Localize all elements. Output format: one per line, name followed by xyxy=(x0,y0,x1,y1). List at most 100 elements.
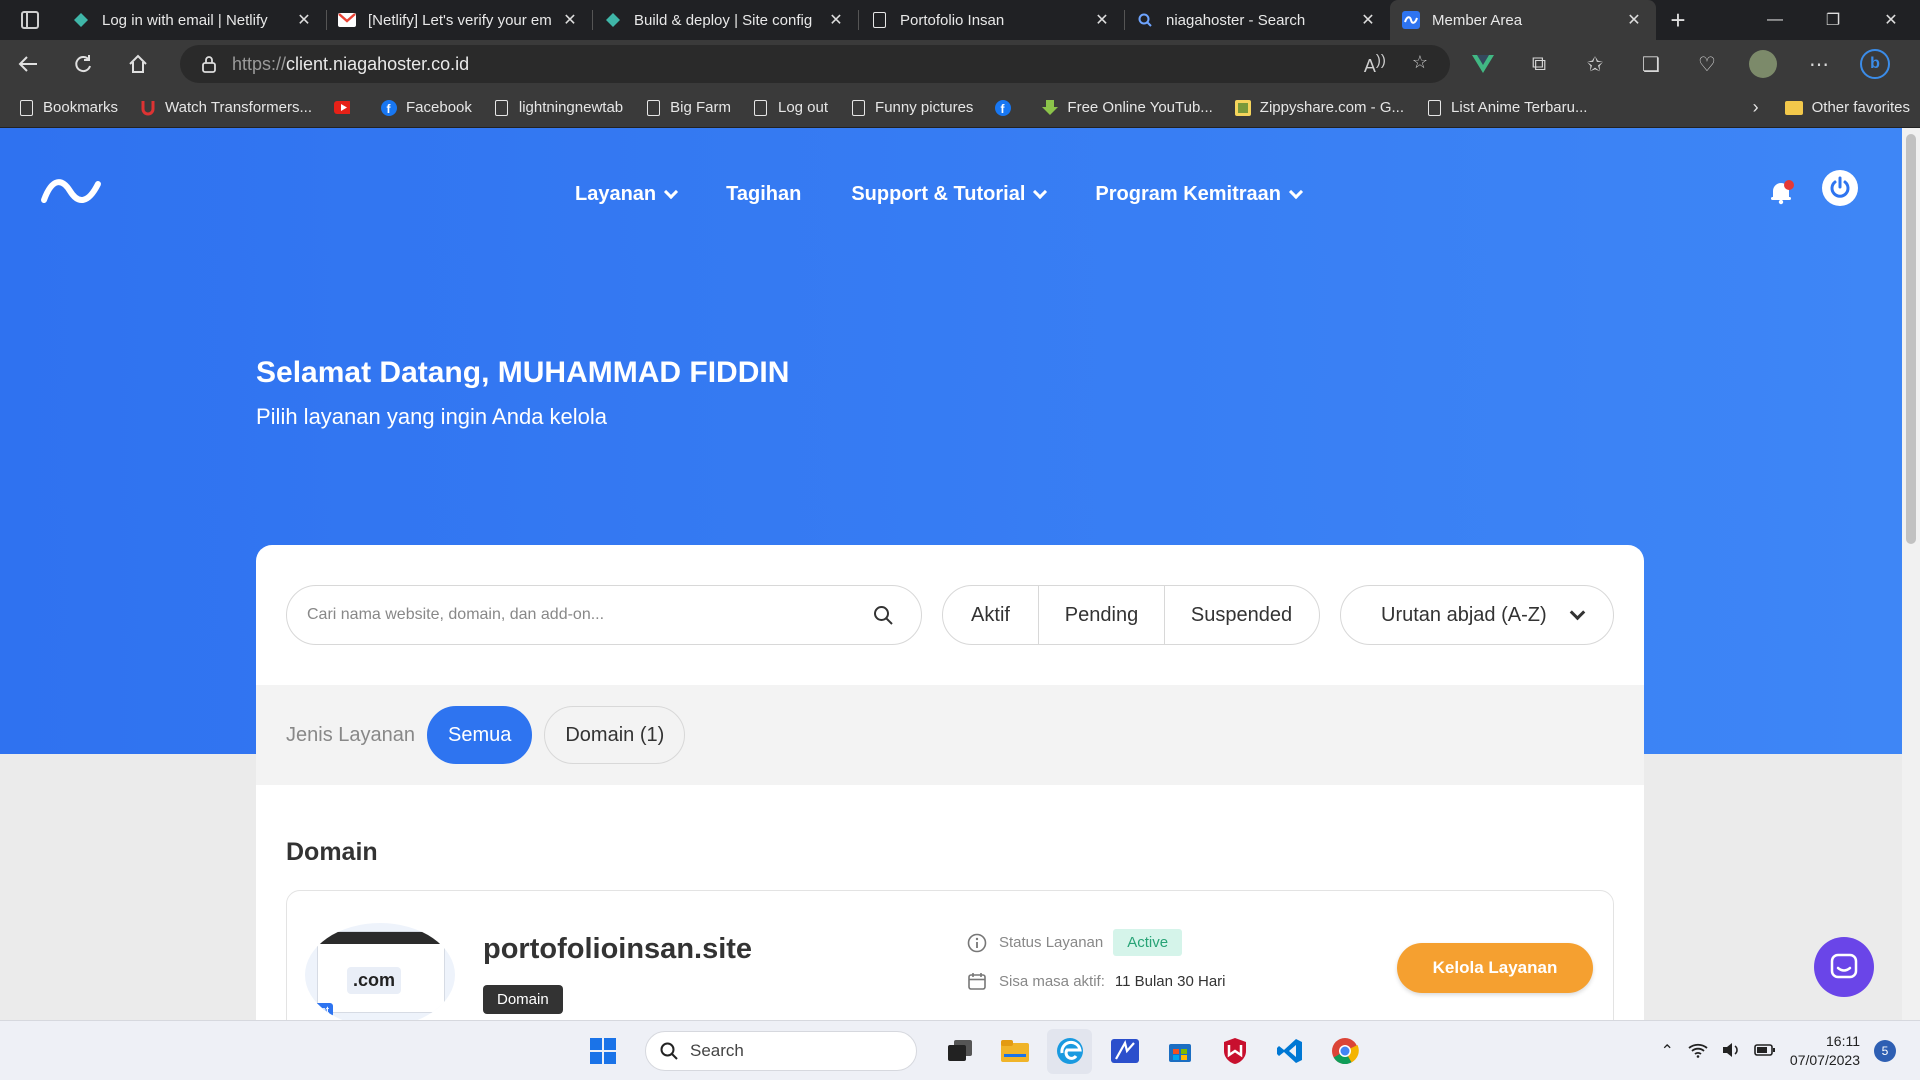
restore-icon[interactable]: ❐ xyxy=(1804,0,1862,40)
window-close-icon[interactable]: ✕ xyxy=(1862,0,1920,40)
battery-icon[interactable] xyxy=(1754,1043,1776,1059)
chevron-down-icon xyxy=(1033,184,1048,199)
read-aloud-icon[interactable]: A)) xyxy=(1364,52,1386,77)
search-icon[interactable] xyxy=(873,605,893,625)
browser-tab-portfolio[interactable]: Portofolio Insan ✕ xyxy=(858,0,1124,40)
lock-icon[interactable] xyxy=(202,55,216,73)
notification-count-badge[interactable]: 5 xyxy=(1874,1040,1896,1062)
service-type-filter: Jenis Layanan Semua Domain (1) xyxy=(256,685,1644,785)
refresh-icon xyxy=(74,55,91,73)
tab-title: niagahoster - Search xyxy=(1166,11,1306,29)
nav-support-tutorial[interactable]: Support & Tutorial xyxy=(851,183,1048,206)
filter-aktif[interactable]: Aktif xyxy=(943,586,1039,644)
bookmark-item[interactable]: Free Online YouTub... xyxy=(1042,99,1213,116)
power-logout-icon[interactable] xyxy=(1822,170,1858,206)
volume-icon[interactable] xyxy=(1722,1042,1740,1061)
page-icon xyxy=(645,99,661,116)
close-icon[interactable]: ✕ xyxy=(560,10,580,30)
sort-label: Urutan abjad (A-Z) xyxy=(1381,603,1547,626)
bookmark-item[interactable]: f xyxy=(995,99,1020,116)
profile-avatar[interactable] xyxy=(1735,50,1791,78)
extensions-icon[interactable]: ⧉ xyxy=(1511,53,1567,76)
microsoft-store-icon[interactable] xyxy=(1157,1029,1202,1074)
powerautomate-icon[interactable] xyxy=(1102,1029,1147,1074)
close-icon[interactable]: ✕ xyxy=(1624,10,1644,30)
nav-program-kemitraan[interactable]: Program Kemitraan xyxy=(1095,183,1304,206)
sort-dropdown[interactable]: Urutan abjad (A-Z) xyxy=(1340,585,1614,645)
favorites-icon[interactable]: ✩ xyxy=(1567,52,1623,77)
bing-copilot-icon[interactable]: b xyxy=(1847,49,1903,79)
taskbar-search[interactable]: Search xyxy=(645,1031,917,1071)
remaining-label: Sisa masa aktif: xyxy=(999,972,1105,990)
netlify-icon xyxy=(72,11,90,29)
page-viewport: Layanan Tagihan Support & Tutorial Progr… xyxy=(0,128,1902,1020)
nav-tagihan[interactable]: Tagihan xyxy=(726,183,801,206)
bookmarks-bar: Bookmarks Watch Transformers... f Faceboo… xyxy=(0,88,1920,128)
mcafee-icon[interactable] xyxy=(1212,1029,1257,1074)
live-chat-button[interactable] xyxy=(1814,937,1874,997)
niagahoster-icon xyxy=(1402,11,1420,29)
address-bar[interactable]: https://client.niagahoster.co.id A)) ☆ xyxy=(180,45,1450,83)
bookmark-item[interactable]: f Facebook xyxy=(381,99,472,116)
filter-suspended[interactable]: Suspended xyxy=(1165,586,1318,644)
close-icon[interactable]: ✕ xyxy=(1092,10,1112,30)
show-hidden-icons-icon[interactable]: ⌃ xyxy=(1661,1041,1674,1061)
chrome-icon[interactable] xyxy=(1322,1029,1367,1074)
windows-start-icon[interactable] xyxy=(580,1029,625,1074)
chevron-down-icon xyxy=(664,184,679,199)
facebook-icon: f xyxy=(381,99,398,116)
minimize-icon[interactable]: — xyxy=(1746,0,1804,40)
close-icon[interactable]: ✕ xyxy=(294,10,314,30)
vue-devtools-icon[interactable] xyxy=(1455,55,1511,73)
chevron-down-icon xyxy=(1288,184,1304,199)
bookmark-item[interactable] xyxy=(334,100,359,116)
bookmark-item[interactable]: lightningnewtab xyxy=(494,99,623,116)
filter-pending[interactable]: Pending xyxy=(1039,586,1165,644)
browser-tab-netlify-build[interactable]: Build & deploy | Site config ✕ xyxy=(592,0,858,40)
close-icon[interactable]: ✕ xyxy=(826,10,846,30)
back-button[interactable] xyxy=(0,40,55,88)
bookmark-item[interactable]: Bookmarks xyxy=(18,99,118,116)
browser-tab-member-area[interactable]: Member Area ✕ xyxy=(1390,0,1656,40)
task-view-icon[interactable] xyxy=(937,1029,982,1074)
page-scrollbar[interactable] xyxy=(1902,128,1920,1020)
nav-layanan[interactable]: Layanan xyxy=(575,183,679,206)
browser-tab-netlify-login[interactable]: Log in with email | Netlify ✕ xyxy=(60,0,326,40)
pill-domain[interactable]: Domain (1) xyxy=(544,706,686,764)
niagahoster-logo[interactable] xyxy=(40,174,110,213)
other-favorites[interactable]: Other favorites xyxy=(1812,99,1910,116)
wifi-icon[interactable] xyxy=(1688,1042,1708,1061)
bookmarks-overflow-icon[interactable]: › xyxy=(1753,97,1759,118)
kelola-layanan-button[interactable]: Kelola Layanan xyxy=(1397,943,1593,993)
service-type-label: Jenis Layanan xyxy=(286,723,415,746)
browser-tab-gmail[interactable]: [Netlify] Let's verify your em ✕ xyxy=(326,0,592,40)
vscode-icon[interactable] xyxy=(1267,1029,1312,1074)
bookmark-item[interactable]: List Anime Terbaru... xyxy=(1426,99,1587,116)
bookmark-item[interactable]: Zippyshare.com - G... xyxy=(1234,99,1404,116)
browser-essentials-icon[interactable]: ♡ xyxy=(1679,52,1735,77)
close-icon[interactable]: ✕ xyxy=(1358,10,1378,30)
refresh-button[interactable] xyxy=(55,40,110,88)
tab-title: [Netlify] Let's verify your em xyxy=(368,11,552,29)
bookmark-item[interactable]: Funny pictures xyxy=(850,99,973,116)
clock-date: 07/07/2023 xyxy=(1789,1052,1860,1068)
remaining-row: Sisa masa aktif: 11 Bulan 30 Hari xyxy=(967,971,1226,991)
file-explorer-icon[interactable] xyxy=(992,1029,1037,1074)
bookmark-item[interactable]: Log out xyxy=(753,99,828,116)
service-name[interactable]: portofolioinsan.site xyxy=(483,933,752,966)
browser-tab-search[interactable]: niagahoster - Search ✕ xyxy=(1124,0,1390,40)
bookmark-item[interactable]: Big Farm xyxy=(645,99,731,116)
tab-actions-button[interactable] xyxy=(0,0,60,40)
page-icon xyxy=(494,99,510,116)
bookmark-item[interactable]: Watch Transformers... xyxy=(140,99,312,116)
more-menu-icon[interactable]: ⋯ xyxy=(1791,52,1847,77)
new-tab-button[interactable]: + xyxy=(1656,0,1700,40)
edge-browser-icon[interactable] xyxy=(1047,1028,1092,1074)
home-button[interactable] xyxy=(110,40,165,88)
notification-bell-icon[interactable] xyxy=(1768,179,1794,210)
service-search-input[interactable]: Cari nama website, domain, dan add-on... xyxy=(286,585,922,645)
system-clock[interactable]: 16:11 07/07/2023 xyxy=(1790,1032,1860,1070)
collections-icon[interactable]: ❏ xyxy=(1623,52,1679,77)
pill-semua[interactable]: Semua xyxy=(426,706,533,764)
favorite-star-icon[interactable]: ☆ xyxy=(1412,52,1428,77)
